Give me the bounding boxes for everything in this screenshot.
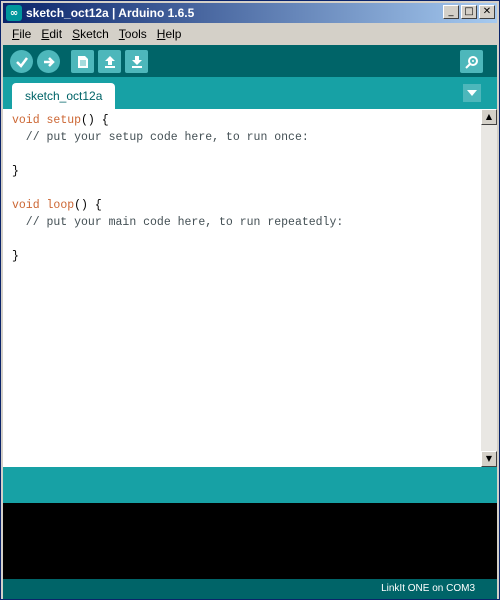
save-button[interactable] — [125, 50, 148, 73]
menu-sketch-label: ketch — [80, 26, 109, 41]
maximize-button[interactable]: □ — [461, 5, 477, 19]
menu-tools-label: ools — [124, 26, 147, 41]
save-icon — [131, 55, 142, 68]
tab-bar: sketch_oct12a — [3, 77, 497, 109]
board-port-label: LinkIt ONE on COM3 — [381, 583, 475, 594]
serial-monitor-icon — [464, 55, 478, 69]
code-line: void setup() { — [12, 112, 343, 129]
window-controls: _ □ ✕ — [441, 5, 495, 19]
upload-button[interactable] — [37, 50, 60, 73]
menu-help-label: elp — [165, 26, 182, 41]
code-text-span: () { — [81, 114, 109, 127]
tab-menu-button[interactable] — [463, 84, 481, 102]
code-line: } — [12, 165, 19, 178]
function-name: loop — [46, 199, 75, 212]
tab-sketch[interactable]: sketch_oct12a — [12, 83, 116, 109]
menu-bar: File Edit Sketch Tools Help — [3, 24, 497, 43]
open-button[interactable] — [98, 50, 121, 73]
status-bar: LinkIt ONE on COM3 — [3, 579, 497, 599]
menu-sketch[interactable]: Sketch — [67, 27, 114, 41]
chevron-down-icon — [467, 90, 477, 96]
scroll-up-arrow-icon[interactable]: ▲ — [481, 109, 497, 125]
menu-file[interactable]: File — [7, 27, 36, 41]
code-text[interactable]: void setup() { // put your setup code he… — [12, 112, 343, 265]
close-button[interactable]: ✕ — [479, 5, 495, 19]
menu-tools[interactable]: Tools — [114, 27, 152, 41]
console-output[interactable] — [3, 503, 497, 579]
title-bar[interactable]: ∞ sketch_oct12a | Arduino 1.6.5 _ □ ✕ — [3, 3, 497, 23]
arduino-window: ∞ sketch_oct12a | Arduino 1.6.5 _ □ ✕ Fi… — [0, 0, 500, 600]
open-icon — [104, 55, 115, 68]
keyword-void: void — [12, 114, 40, 127]
message-area — [3, 467, 497, 503]
upload-icon — [43, 56, 55, 67]
code-comment: // put your main code here, to run repea… — [12, 216, 344, 229]
serial-monitor-button[interactable] — [460, 50, 483, 73]
arduino-logo-icon: ∞ — [6, 5, 22, 21]
minimize-button[interactable]: _ — [443, 5, 459, 19]
code-text-span: () { — [74, 199, 102, 212]
scroll-down-arrow-icon[interactable]: ▼ — [481, 451, 497, 467]
editor-scrollbar[interactable]: ▲ ▼ — [481, 109, 497, 467]
menu-edit[interactable]: Edit — [36, 27, 67, 41]
code-editor[interactable]: void setup() { // put your setup code he… — [3, 109, 497, 467]
function-name: setup — [46, 114, 82, 127]
new-button[interactable] — [71, 50, 94, 73]
code-line: void loop() { — [12, 197, 343, 214]
verify-button[interactable] — [10, 50, 33, 73]
menu-file-label: ile — [19, 26, 32, 41]
toolbar — [3, 45, 497, 77]
menu-help[interactable]: Help — [152, 27, 187, 41]
verify-icon — [15, 56, 28, 68]
window-title: sketch_oct12a | Arduino 1.6.5 — [26, 6, 195, 20]
new-icon — [77, 55, 88, 68]
code-comment: // put your setup code here, to run once… — [12, 131, 309, 144]
code-line: } — [12, 250, 19, 263]
menu-edit-label: dit — [49, 26, 63, 41]
keyword-void: void — [12, 199, 40, 212]
menu-sketch-mnemonic: S — [72, 26, 81, 41]
